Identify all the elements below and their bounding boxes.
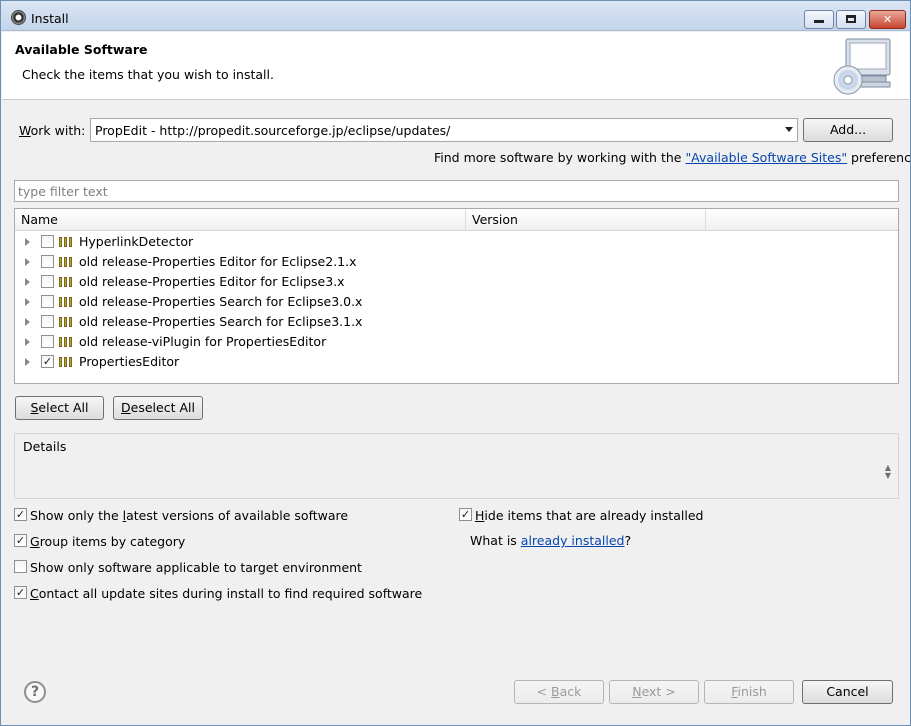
software-tree: Name Version HyperlinkDetector old releas… [14, 208, 899, 384]
install-dialog: Install ✕ Available Software Check the i… [0, 0, 911, 726]
row-label: HyperlinkDetector [79, 234, 194, 249]
tree-row[interactable]: old release-Properties Search for Eclips… [15, 292, 898, 312]
row-label: old release-Properties Editor for Eclips… [79, 254, 357, 269]
tree-row[interactable]: HyperlinkDetector [15, 232, 898, 252]
work-with-label: Work with: [19, 123, 86, 138]
eclipse-icon [11, 10, 26, 25]
option-latest-versions[interactable]: ✓ Show only the latest versions of availa… [14, 507, 348, 523]
tree-row[interactable]: old release-Properties Search for Eclips… [15, 312, 898, 332]
category-icon [59, 317, 73, 327]
latest-versions-checkbox[interactable]: ✓ [14, 508, 27, 521]
finish-button[interactable]: Finish [704, 680, 794, 704]
title-bar: Install ✕ [1, 1, 910, 31]
category-icon [59, 237, 73, 247]
row-label: PropertiesEditor [79, 354, 180, 369]
add-site-button[interactable]: Add... [803, 118, 893, 142]
tree-row[interactable]: old release-viPlugin for PropertiesEdito… [15, 332, 898, 352]
category-icon [59, 277, 73, 287]
tree-row[interactable]: old release-Properties Editor for Eclips… [15, 272, 898, 292]
row-checkbox[interactable] [41, 295, 54, 308]
next-button[interactable]: Next > [609, 680, 699, 704]
page-title: Available Software [15, 42, 148, 57]
maximize-button[interactable] [836, 10, 866, 29]
column-name[interactable]: Name [15, 209, 466, 231]
category-icon [59, 357, 73, 367]
option-contact-update-sites[interactable]: ✓ Contact all update sites during install… [14, 585, 422, 601]
expand-arrow-icon[interactable] [25, 338, 30, 346]
option-applicable-software[interactable]: Show only software applicable to target … [14, 559, 362, 575]
details-label: Details [23, 439, 67, 454]
tree-row[interactable]: old release-Properties Editor for Eclips… [15, 252, 898, 272]
category-icon [59, 297, 73, 307]
expand-arrow-icon[interactable] [25, 238, 30, 246]
row-checkbox[interactable] [41, 255, 54, 268]
row-label: old release-Properties Search for Eclips… [79, 294, 363, 309]
work-with-combo[interactable]: PropEdit - http://propedit.sourceforge.j… [90, 118, 798, 142]
minimize-icon [814, 20, 824, 23]
filter-input[interactable] [15, 181, 898, 201]
minimize-button[interactable] [804, 10, 834, 29]
sites-hint: Find more software by working with the "… [434, 150, 911, 165]
row-checkbox[interactable] [41, 275, 54, 288]
row-label: old release-Properties Editor for Eclips… [79, 274, 345, 289]
column-version[interactable]: Version [466, 209, 706, 231]
row-checkbox[interactable] [41, 235, 54, 248]
chevron-down-icon[interactable] [785, 127, 793, 132]
close-icon: ✕ [882, 13, 893, 26]
filter-box[interactable] [14, 180, 899, 202]
back-button[interactable]: < Back [514, 680, 604, 704]
deselect-all-button[interactable]: Deselect All [113, 396, 203, 420]
row-checkbox[interactable]: ✓ [41, 355, 54, 368]
expand-arrow-icon[interactable] [25, 298, 30, 306]
tree-header: Name Version [15, 209, 898, 231]
help-icon[interactable]: ? [24, 681, 46, 703]
work-with-value: PropEdit - http://propedit.sourceforge.j… [95, 123, 451, 138]
row-label: old release-Properties Search for Eclips… [79, 314, 363, 329]
expand-arrow-icon[interactable] [25, 258, 30, 266]
expand-arrow-icon[interactable] [25, 278, 30, 286]
window-title: Install [31, 11, 69, 26]
category-icon [59, 337, 73, 347]
available-software-sites-link[interactable]: "Available Software Sites" [685, 150, 847, 165]
expand-arrow-icon[interactable] [25, 318, 30, 326]
select-all-button[interactable]: Select All [15, 396, 104, 420]
cancel-button[interactable]: Cancel [802, 680, 893, 704]
option-hide-installed[interactable]: ✓ Hide items that are already installed [459, 507, 703, 523]
scroll-arrows-icon[interactable]: ▲ ▼ [885, 464, 891, 480]
maximize-icon [846, 15, 856, 23]
installed-hint: What is already installed? [470, 533, 632, 548]
close-button[interactable]: ✕ [869, 10, 906, 29]
row-checkbox[interactable] [41, 315, 54, 328]
install-software-icon [833, 38, 891, 95]
tree-row[interactable]: ✓ PropertiesEditor [15, 352, 898, 372]
expand-arrow-icon[interactable] [25, 358, 30, 366]
row-label: old release-viPlugin for PropertiesEdito… [79, 334, 327, 349]
category-icon [59, 257, 73, 267]
details-group: Details ▲ ▼ [14, 433, 899, 499]
already-installed-link[interactable]: already installed [521, 533, 625, 548]
group-by-category-checkbox[interactable]: ✓ [14, 534, 27, 547]
hide-installed-checkbox[interactable]: ✓ [459, 508, 472, 521]
option-group-by-category[interactable]: ✓ Group items by category [14, 533, 185, 549]
row-checkbox[interactable] [41, 335, 54, 348]
applicable-software-checkbox[interactable] [14, 560, 27, 573]
page-message: Check the items that you wish to install… [22, 67, 274, 82]
contact-update-sites-checkbox[interactable]: ✓ [14, 586, 27, 599]
header-banner: Available Software Check the items that … [2, 32, 909, 100]
details-text-area[interactable]: ▲ ▼ [16, 458, 897, 497]
